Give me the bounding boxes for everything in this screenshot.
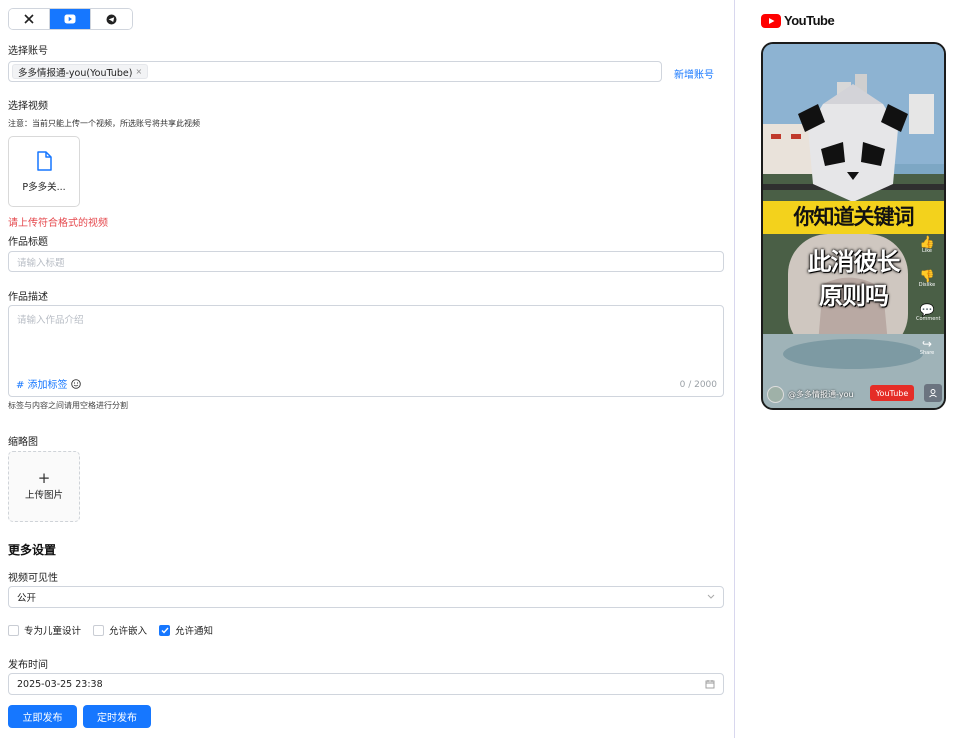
checkbox-label: 允许嵌入 <box>109 626 148 637</box>
thumbs-down-icon: 👎 <box>919 269 935 283</box>
caption-line-1: 你知道关键词 <box>763 201 944 234</box>
remove-tag-icon[interactable]: × <box>135 67 142 76</box>
publish-now-button[interactable]: 立即发布 <box>8 705 77 728</box>
youtube-brand: YouTube <box>761 13 835 28</box>
video-note: 注意：当前只能上传一个视频，所选账号将共享此视频 <box>8 119 200 128</box>
checkbox-made-for-kids[interactable]: 专为儿童设计 <box>8 623 81 637</box>
title-label: 作品标题 <box>8 237 48 248</box>
like-button[interactable]: 👍 Like <box>916 236 938 254</box>
comment-icon: 💬 <box>919 303 935 317</box>
youtube-logo-icon <box>761 13 781 28</box>
checkbox-box[interactable] <box>8 624 19 636</box>
video-label: 选择视频 <box>8 101 48 112</box>
youtube-icon <box>64 14 76 24</box>
video-file-card[interactable]: P多多关... <box>8 136 80 207</box>
add-tag-button[interactable]: # 添加标签 <box>16 376 81 391</box>
upload-label: 上传图片 <box>24 490 63 501</box>
checkbox-label: 允许通知 <box>175 626 214 637</box>
share-label: Share <box>919 350 935 356</box>
platform-tabs <box>8 8 133 30</box>
tab-youtube[interactable] <box>50 9 91 29</box>
account-select[interactable]: 多多情报通-you(YouTube) × <box>8 61 662 82</box>
video-preview: 你知道关键词 此消彼长 原则吗 👍 Like 👎 Dislike 💬 Comme… <box>761 42 946 410</box>
video-error: 请上传符合格式的视频 <box>8 218 108 229</box>
comment-label: Comment <box>916 316 941 322</box>
account-tag: 多多情报通-you(YouTube) × <box>12 64 149 79</box>
thumbnail-label: 缩略图 <box>8 437 38 448</box>
preview-bottom-bar: @多多情报通-you YouTube <box>767 384 942 404</box>
calendar-icon[interactable] <box>705 679 715 689</box>
avatar <box>767 385 784 403</box>
visibility-label: 视频可见性 <box>8 573 58 584</box>
chevron-down-icon <box>707 594 715 599</box>
dislike-label: Dislike <box>918 282 936 288</box>
channel-name: @多多情报通-you <box>788 389 854 399</box>
title-input[interactable]: 请输入标题 <box>8 251 724 272</box>
add-tag-label: # 添加标签 <box>16 380 68 391</box>
x-logo-icon <box>24 14 34 24</box>
like-label: Like <box>922 248 932 254</box>
description-hint: 标签与内容之间请用空格进行分割 <box>8 401 128 410</box>
comment-button[interactable]: 💬 Comment <box>916 303 941 322</box>
checkbox-allow-embed[interactable]: 允许嵌入 <box>93 623 147 637</box>
subscribe-button[interactable]: YouTube <box>870 385 914 401</box>
account-tag-text: 多多情报通-you(YouTube) <box>18 67 133 79</box>
youtube-brand-text: YouTube <box>784 13 835 28</box>
add-account-link[interactable]: 新增账号 <box>674 66 714 81</box>
thumbnail-upload[interactable]: + 上传图片 <box>8 451 80 522</box>
check-icon <box>161 627 169 634</box>
file-icon <box>37 150 52 171</box>
visibility-value: 公开 <box>17 593 37 604</box>
checkbox-allow-notify[interactable]: 允许通知 <box>159 623 213 637</box>
dislike-button[interactable]: 👎 Dislike <box>916 270 938 288</box>
preview-panel: YouTube 你知道关键词 此消彼长 原则吗 👍 Like 👎 Dislike… <box>735 0 955 738</box>
publish-form: 选择账号 多多情报通-you(YouTube) × 新增账号 选择视频 注意：当… <box>0 0 734 738</box>
video-file-name: P多多关... <box>22 181 66 193</box>
thumbs-up-icon: 👍 <box>919 235 935 249</box>
visibility-select[interactable]: 公开 <box>8 586 724 608</box>
checkbox-label: 专为儿童设计 <box>24 626 82 637</box>
description-placeholder: 请输入作品介绍 <box>17 315 84 326</box>
more-settings-title: 更多设置 <box>8 543 57 557</box>
publish-time-value: 2025-03-25 23:38 <box>17 678 103 690</box>
publish-time-input[interactable]: 2025-03-25 23:38 <box>8 673 724 695</box>
tab-x[interactable] <box>9 9 50 29</box>
schedule-button[interactable]: 定时发布 <box>83 705 151 728</box>
plus-icon: + <box>37 469 51 487</box>
share-button[interactable]: ↪ Share <box>916 338 938 356</box>
option-checkboxes: 专为儿童设计 允许嵌入 允许通知 <box>8 623 213 637</box>
description-textarea[interactable]: 请输入作品介绍 # 添加标签 0 / 2000 <box>8 305 724 397</box>
user-icon[interactable] <box>924 384 942 402</box>
char-counter: 0 / 2000 <box>679 380 717 390</box>
checkbox-box[interactable] <box>93 624 105 636</box>
tab-telegram[interactable] <box>91 9 132 29</box>
checkbox-box[interactable] <box>159 624 171 636</box>
account-label: 选择账号 <box>8 46 48 57</box>
publish-time-label: 发布时间 <box>8 660 48 671</box>
description-label: 作品描述 <box>8 292 48 303</box>
share-icon: ↪ <box>921 337 933 351</box>
telegram-icon <box>106 14 117 24</box>
emoji-icon[interactable] <box>70 378 81 389</box>
